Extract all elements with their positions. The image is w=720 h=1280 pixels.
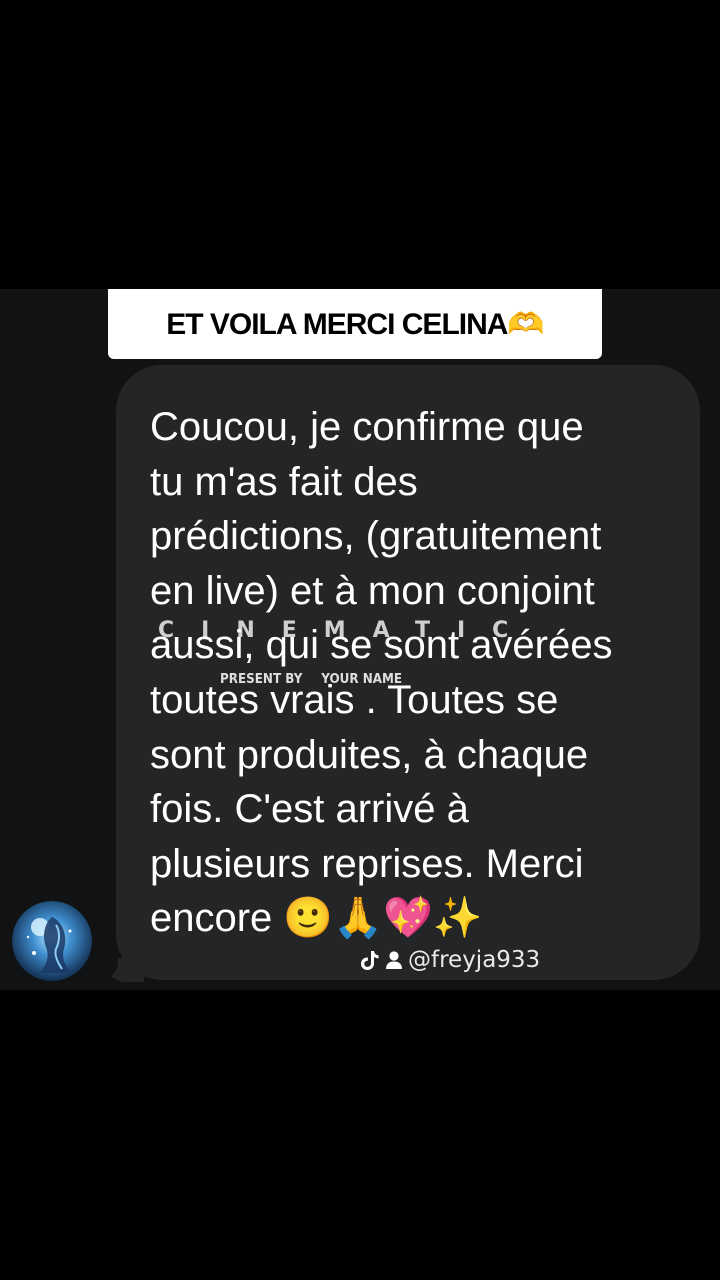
user-icon xyxy=(386,951,402,969)
tiktok-icon xyxy=(361,951,379,970)
your-name-label: YOUR NAME xyxy=(321,672,403,687)
cinematic-overlay-credit: PRESENT BY YOUR NAME xyxy=(220,672,417,687)
avatar-fantasy-icon xyxy=(12,901,92,981)
caption-banner: ET VOILA MERCI CELINA🫶 xyxy=(108,289,602,359)
present-by-label: PRESENT BY xyxy=(220,672,303,687)
watermark-handle: @freyja933 xyxy=(408,947,541,973)
tiktok-watermark: @freyja933 xyxy=(360,944,540,976)
caption-text: ET VOILA MERCI CELINA🫶 xyxy=(166,307,545,341)
cinematic-overlay-title: CINEMATIC xyxy=(158,618,536,643)
avatar[interactable] xyxy=(12,901,92,981)
